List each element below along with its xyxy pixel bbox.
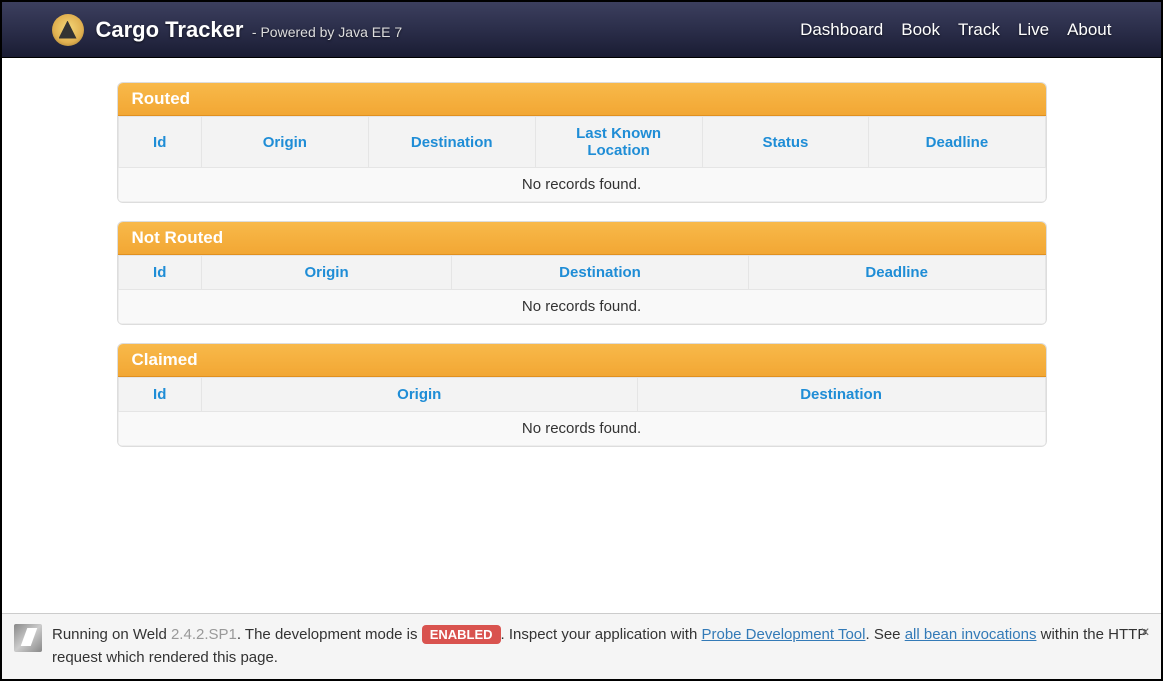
footer-version: 2.4.2.SP1 xyxy=(171,626,237,643)
col-destination[interactable]: Destination xyxy=(452,256,749,290)
table-not-routed: Id Origin Destination Deadline No record… xyxy=(118,255,1046,324)
col-origin[interactable]: Origin xyxy=(201,256,451,290)
nav-dashboard[interactable]: Dashboard xyxy=(800,20,883,40)
link-bean-invocations[interactable]: all bean invocations xyxy=(905,626,1037,643)
panel-not-routed: Not Routed Id Origin Destination Deadlin… xyxy=(117,221,1047,325)
nav-links: Dashboard Book Track Live About xyxy=(800,20,1111,40)
col-last-known-location[interactable]: Last Known Location xyxy=(535,117,702,168)
ship-logo-icon xyxy=(52,14,84,46)
navbar: Cargo Tracker - Powered by Java EE 7 Das… xyxy=(2,2,1161,58)
app-subtitle: - Powered by Java EE 7 xyxy=(252,24,402,40)
panel-routed: Routed Id Origin Destination Last Known … xyxy=(117,82,1047,203)
link-probe-tool[interactable]: Probe Development Tool xyxy=(701,626,865,643)
empty-routed: No records found. xyxy=(118,168,1045,202)
empty-claimed: No records found. xyxy=(118,412,1045,446)
panel-header-routed: Routed xyxy=(118,83,1046,116)
col-destination[interactable]: Destination xyxy=(637,378,1045,412)
weld-icon xyxy=(14,624,42,652)
table-routed: Id Origin Destination Last Known Locatio… xyxy=(118,116,1046,202)
app-title: Cargo Tracker xyxy=(96,17,244,42)
table-claimed: Id Origin Destination No records found. xyxy=(118,377,1046,446)
col-deadline[interactable]: Deadline xyxy=(869,117,1045,168)
panel-header-not-routed: Not Routed xyxy=(118,222,1046,255)
footer-text: Running on Weld 2.4.2.SP1. The developme… xyxy=(52,624,1149,669)
enabled-badge: ENABLED xyxy=(422,625,501,644)
col-destination[interactable]: Destination xyxy=(368,117,535,168)
col-deadline[interactable]: Deadline xyxy=(748,256,1045,290)
empty-not-routed: No records found. xyxy=(118,290,1045,324)
footer-text-4: . See xyxy=(865,626,904,643)
col-id[interactable]: Id xyxy=(118,117,201,168)
main-content: Routed Id Origin Destination Last Known … xyxy=(107,82,1057,447)
nav-about[interactable]: About xyxy=(1067,20,1111,40)
nav-track[interactable]: Track xyxy=(958,20,1000,40)
col-id[interactable]: Id xyxy=(118,378,201,412)
footer-bar: Running on Weld 2.4.2.SP1. The developme… xyxy=(2,613,1161,679)
col-origin[interactable]: Origin xyxy=(201,378,637,412)
nav-book[interactable]: Book xyxy=(901,20,940,40)
panel-header-claimed: Claimed xyxy=(118,344,1046,377)
footer-text-3: . Inspect your application with xyxy=(501,626,702,643)
nav-live[interactable]: Live xyxy=(1018,20,1049,40)
brand[interactable]: Cargo Tracker - Powered by Java EE 7 xyxy=(52,14,403,46)
col-id[interactable]: Id xyxy=(118,256,201,290)
close-icon[interactable]: × xyxy=(1135,624,1155,642)
footer-text-1: Running on Weld xyxy=(52,626,171,643)
panel-claimed: Claimed Id Origin Destination No records… xyxy=(117,343,1047,447)
footer-text-2: . The development mode is xyxy=(237,626,422,643)
col-origin[interactable]: Origin xyxy=(201,117,368,168)
col-status[interactable]: Status xyxy=(702,117,869,168)
